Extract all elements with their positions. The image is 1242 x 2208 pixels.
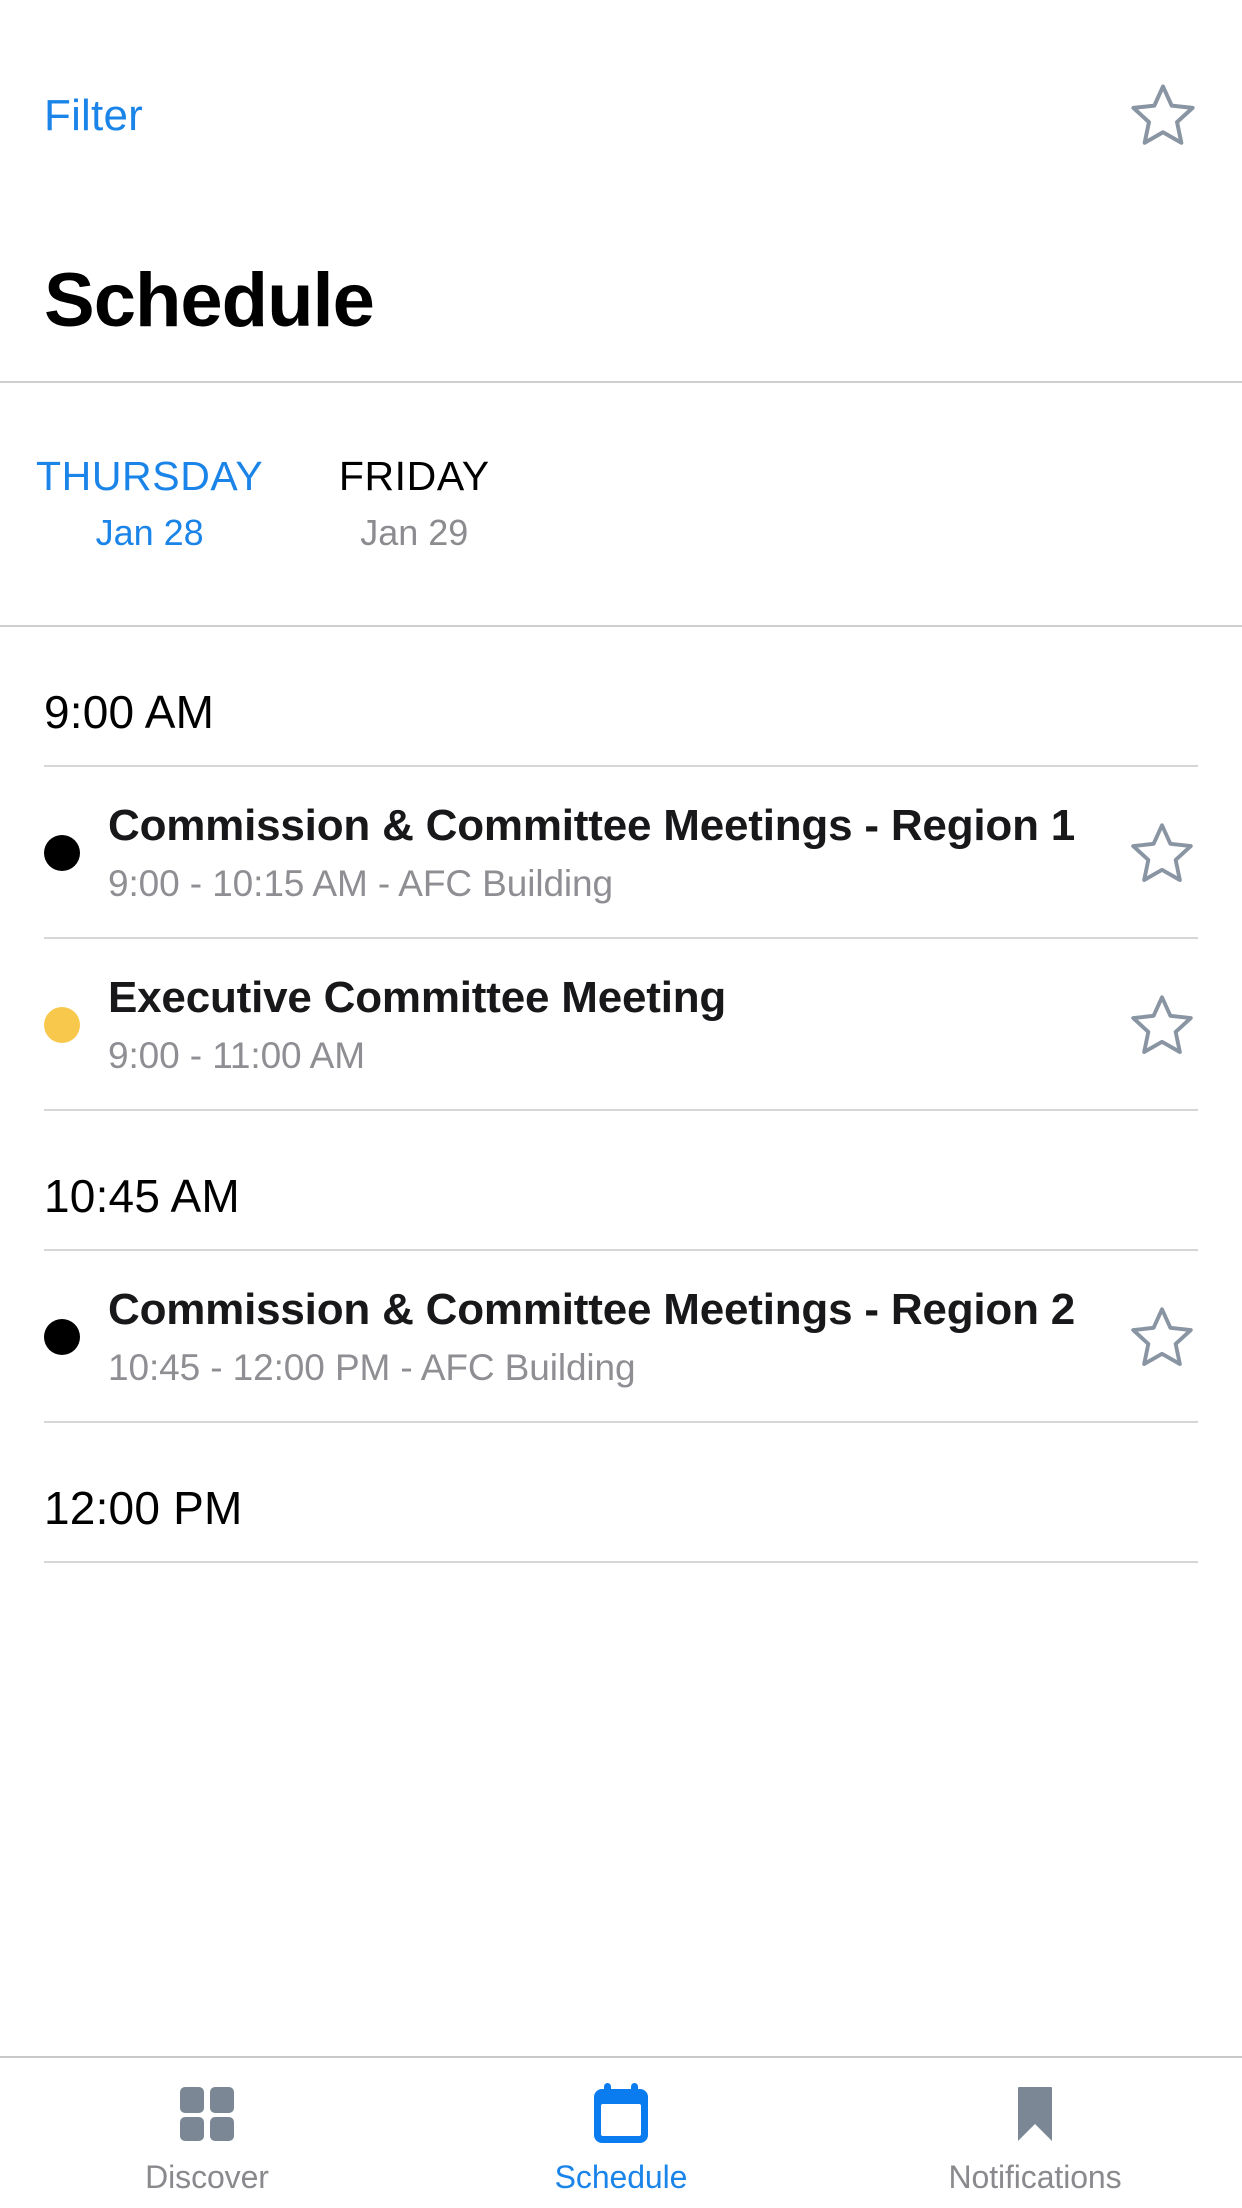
top-bar: Filter xyxy=(0,0,1242,195)
schedule-screen: Filter Schedule THURSDAY Jan 28 FRIDAY J… xyxy=(0,0,1242,2208)
event-text: Commission & Committee Meetings - Region… xyxy=(108,1283,1126,1391)
schedule-event-row[interactable]: Executive Committee Meeting 9:00 - 11:00… xyxy=(0,939,1242,1109)
event-title: Commission & Committee Meetings - Region… xyxy=(108,801,1076,850)
tab-notifications[interactable]: Notifications xyxy=(828,2058,1242,2208)
event-category-dot xyxy=(44,1319,80,1355)
time-section-header: 12:00 PM xyxy=(44,1482,243,1534)
event-subtitle: 9:00 - 11:00 AM xyxy=(108,1035,365,1076)
tab-label: Schedule xyxy=(554,2158,688,2195)
star-outline-icon[interactable] xyxy=(1126,817,1198,889)
event-text: Commission & Committee Meetings - Region… xyxy=(108,799,1126,907)
tab-label: Discover xyxy=(145,2158,269,2195)
event-category-dot xyxy=(44,835,80,871)
day-tab-thursday[interactable]: THURSDAY Jan 28 xyxy=(14,444,285,564)
tab-discover[interactable]: Discover xyxy=(0,2058,414,2208)
event-title: Commission & Committee Meetings - Region… xyxy=(108,1285,1076,1334)
grid-icon xyxy=(178,2081,236,2147)
filter-button[interactable]: Filter xyxy=(44,90,143,142)
star-outline-icon[interactable] xyxy=(1126,1301,1198,1373)
calendar-icon xyxy=(592,2081,650,2147)
star-outline-icon[interactable] xyxy=(1126,78,1200,152)
schedule-list[interactable]: 9:00 AM Commission & Committee Meetings … xyxy=(0,627,1242,2056)
day-tab-date: Jan 29 xyxy=(360,512,469,553)
tab-label: Notifications xyxy=(948,2158,1122,2195)
day-tab-name: THURSDAY xyxy=(36,453,264,499)
event-subtitle: 9:00 - 10:15 AM - AFC Building xyxy=(108,863,613,904)
schedule-event-row[interactable]: Commission & Committee Meetings - Region… xyxy=(0,1251,1242,1421)
tab-schedule[interactable]: Schedule xyxy=(414,2058,828,2208)
star-outline-icon[interactable] xyxy=(1126,989,1198,1061)
event-subtitle: 10:45 - 12:00 PM - AFC Building xyxy=(108,1347,636,1388)
time-section-header: 10:45 AM xyxy=(44,1170,240,1222)
bottom-tab-bar: Discover Schedule Notifications xyxy=(0,2056,1242,2208)
divider xyxy=(44,1561,1198,1563)
day-tab-name: FRIDAY xyxy=(338,453,490,499)
day-tab-strip[interactable]: THURSDAY Jan 28 FRIDAY Jan 29 xyxy=(0,383,1242,627)
bookmark-icon xyxy=(1015,2081,1055,2147)
page-title: Schedule xyxy=(44,258,375,343)
event-text: Executive Committee Meeting 9:00 - 11:00… xyxy=(108,971,1126,1079)
page-title-area: Schedule xyxy=(0,195,1242,383)
event-title: Executive Committee Meeting xyxy=(108,973,727,1022)
day-tab-friday[interactable]: FRIDAY Jan 29 xyxy=(285,444,543,564)
event-category-dot xyxy=(44,1007,80,1043)
schedule-event-row[interactable]: Commission & Committee Meetings - Region… xyxy=(0,767,1242,937)
time-section-header: 9:00 AM xyxy=(44,686,215,738)
day-tab-date: Jan 28 xyxy=(95,512,204,553)
